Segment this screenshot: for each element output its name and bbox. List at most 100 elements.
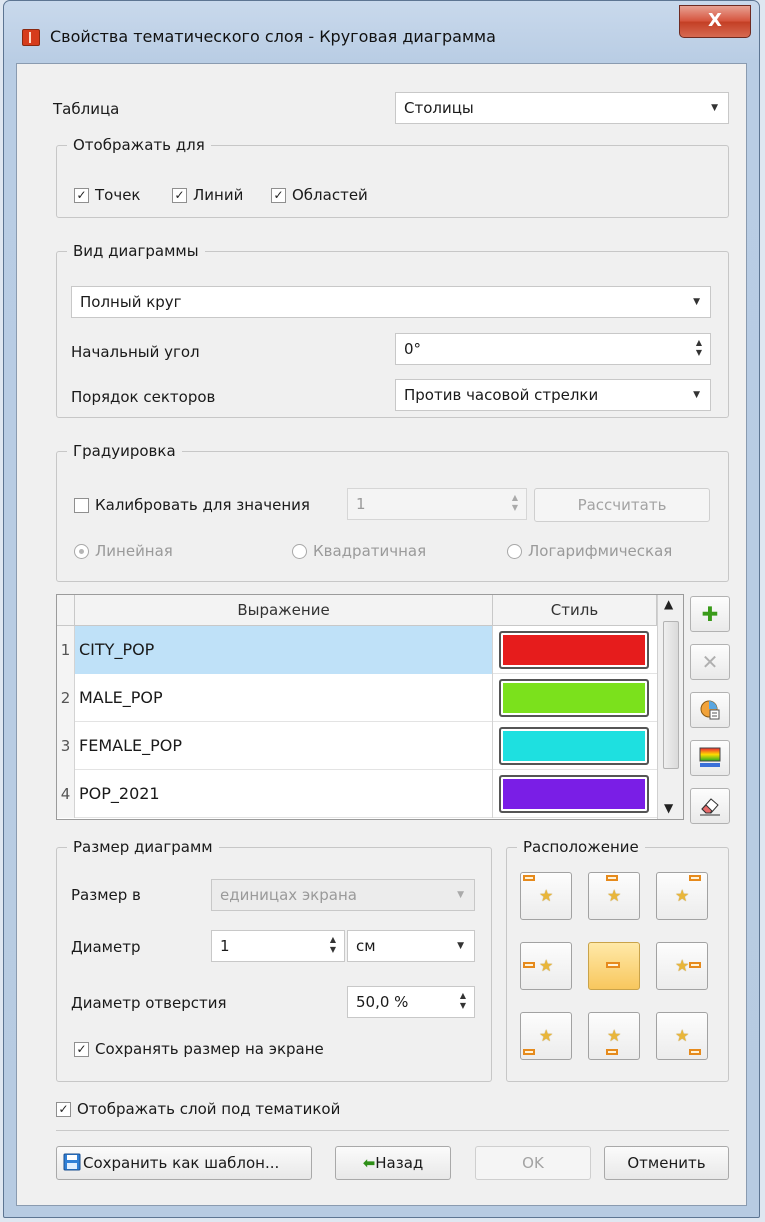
anchor-mark-icon [606, 875, 618, 881]
anchor-mark-icon [606, 962, 620, 968]
color-swatch[interactable] [499, 775, 649, 813]
checkbox-areas-label: Областей [292, 186, 368, 204]
delete-expression-button[interactable]: ✕ [690, 644, 730, 680]
clear-style-button[interactable] [690, 788, 730, 824]
position-bottom-right-button[interactable]: ★ [656, 1012, 708, 1060]
anchor-mark-icon [606, 1049, 618, 1055]
table-row[interactable]: 3 FEMALE_POP [57, 722, 657, 770]
radio-icon [507, 543, 522, 559]
radio-logarithmic-label: Логарифмическая [528, 542, 673, 560]
title-bar[interactable]: Свойства тематического слоя - Круговая д… [4, 1, 759, 67]
placement-legend: Расположение [523, 838, 639, 856]
hole-diameter-label: Диаметр отверстия [71, 994, 227, 1012]
size-in-value: единицах экрана [220, 886, 357, 904]
hole-diameter-spinner[interactable]: 50,0 % ▲ ▼ [347, 986, 475, 1018]
position-middle-left-button[interactable]: ★ [520, 942, 572, 990]
table-row[interactable]: 2 MALE_POP [57, 674, 657, 722]
color-swatch[interactable] [499, 679, 649, 717]
diameter-spinner[interactable]: 1 ▲ ▼ [211, 930, 345, 962]
start-angle-spinner[interactable]: 0° ▲ ▼ [395, 333, 711, 365]
style-cell[interactable] [493, 626, 657, 674]
position-center-button[interactable] [588, 942, 640, 990]
show-layer-checkbox[interactable]: ✓ Отображать слой под тематикой [56, 1100, 340, 1118]
diameter-unit-select[interactable]: см ▼ [347, 930, 475, 962]
chart-type-select[interactable]: Полный круг ▼ [71, 286, 711, 318]
position-bottom-center-button[interactable]: ★ [588, 1012, 640, 1060]
expressions-table[interactable]: Выражение Стиль 1 CITY_POP 2 MALE_POP 3 … [56, 594, 684, 820]
chevron-down-icon: ▼ [711, 103, 718, 113]
style-cell[interactable] [493, 722, 657, 770]
table-select[interactable]: Столицы ▼ [395, 92, 729, 124]
gradient-button[interactable] [690, 740, 730, 776]
calibrate-value: 1 [356, 495, 366, 513]
position-top-left-button[interactable]: ★ [520, 872, 572, 920]
eraser-icon [700, 798, 720, 816]
size-legend: Размер диаграмм [73, 838, 213, 856]
chart-view-legend: Вид диаграммы [73, 242, 199, 260]
add-icon: ✚ [701, 602, 719, 626]
scroll-down-icon[interactable]: ▼ [664, 801, 673, 815]
vertical-scrollbar[interactable]: ▲ ▼ [657, 595, 683, 819]
style-cell[interactable] [493, 770, 657, 818]
palette-icon [700, 700, 720, 720]
column-header-style[interactable]: Стиль [493, 595, 657, 626]
row-number: 4 [57, 770, 75, 818]
row-number: 2 [57, 674, 75, 722]
anchor-mark-icon [523, 875, 535, 881]
style-button[interactable] [690, 692, 730, 728]
ok-button[interactable]: OK [475, 1146, 591, 1180]
radio-linear[interactable]: Линейная [74, 542, 173, 560]
expression-cell[interactable]: POP_2021 [75, 770, 493, 818]
checkbox-areas[interactable]: ✓ Областей [271, 186, 368, 204]
checkbox-icon: ✓ [56, 1101, 71, 1117]
position-top-center-button[interactable]: ★ [588, 872, 640, 920]
checkbox-lines[interactable]: ✓ Линий [172, 186, 243, 204]
star-icon: ★ [675, 886, 690, 905]
sector-order-label: Порядок секторов [71, 388, 216, 406]
save-template-button[interactable]: Сохранить как шаблон... [56, 1146, 312, 1180]
style-cell[interactable] [493, 674, 657, 722]
row-number: 1 [57, 626, 75, 674]
expression-cell[interactable]: CITY_POP [75, 626, 493, 674]
calibrate-value-spinner[interactable]: 1 ▲ ▼ [347, 488, 527, 520]
expression-cell[interactable]: FEMALE_POP [75, 722, 493, 770]
spinner-arrows-icon[interactable]: ▲ ▼ [696, 338, 702, 358]
column-header-expression[interactable]: Выражение [75, 595, 493, 626]
app-icon [22, 29, 40, 46]
color-swatch[interactable] [499, 727, 649, 765]
spinner-arrows-icon[interactable]: ▲ ▼ [330, 935, 336, 955]
radio-logarithmic[interactable]: Логарифмическая [507, 542, 672, 560]
keep-size-checkbox[interactable]: ✓ Сохранять размер на экране [74, 1040, 324, 1058]
close-icon: X [708, 10, 722, 31]
arrow-left-icon: ⬅ [362, 1154, 376, 1172]
cancel-button[interactable]: Отменить [604, 1146, 729, 1180]
star-icon: ★ [539, 1026, 554, 1045]
scroll-thumb[interactable] [663, 621, 679, 769]
checkbox-icon: ✓ [74, 1041, 89, 1057]
color-swatch[interactable] [499, 631, 649, 669]
row-number: 3 [57, 722, 75, 770]
size-in-select[interactable]: единицах экрана ▼ [211, 879, 475, 911]
position-middle-right-button[interactable]: ★ [656, 942, 708, 990]
radio-quadratic[interactable]: Квадратичная [292, 542, 426, 560]
position-bottom-left-button[interactable]: ★ [520, 1012, 572, 1060]
chevron-down-icon: ▼ [457, 941, 464, 951]
close-button[interactable]: X [679, 5, 751, 38]
sector-order-select[interactable]: Против часовой стрелки ▼ [395, 379, 711, 411]
checkbox-points[interactable]: ✓ Точек [74, 186, 141, 204]
table-row[interactable]: 1 CITY_POP [57, 626, 657, 674]
position-top-right-button[interactable]: ★ [656, 872, 708, 920]
expression-cell[interactable]: MALE_POP [75, 674, 493, 722]
dialog-window: Свойства тематического слоя - Круговая д… [3, 0, 760, 1218]
table-row[interactable]: 4 POP_2021 [57, 770, 657, 818]
radio-quadratic-label: Квадратичная [313, 542, 427, 560]
add-expression-button[interactable]: ✚ [690, 596, 730, 632]
scroll-up-icon[interactable]: ▲ [664, 597, 673, 611]
calculate-button[interactable]: Рассчитать [534, 488, 710, 522]
back-button[interactable]: ⬅Назад [335, 1146, 451, 1180]
diameter-unit-value: см [356, 937, 376, 955]
calibrate-checkbox[interactable]: Калибровать для значения [74, 496, 310, 514]
anchor-mark-icon [523, 1049, 535, 1055]
spinner-arrows-icon[interactable]: ▲ ▼ [460, 991, 466, 1011]
sector-order-value: Против часовой стрелки [404, 386, 599, 404]
